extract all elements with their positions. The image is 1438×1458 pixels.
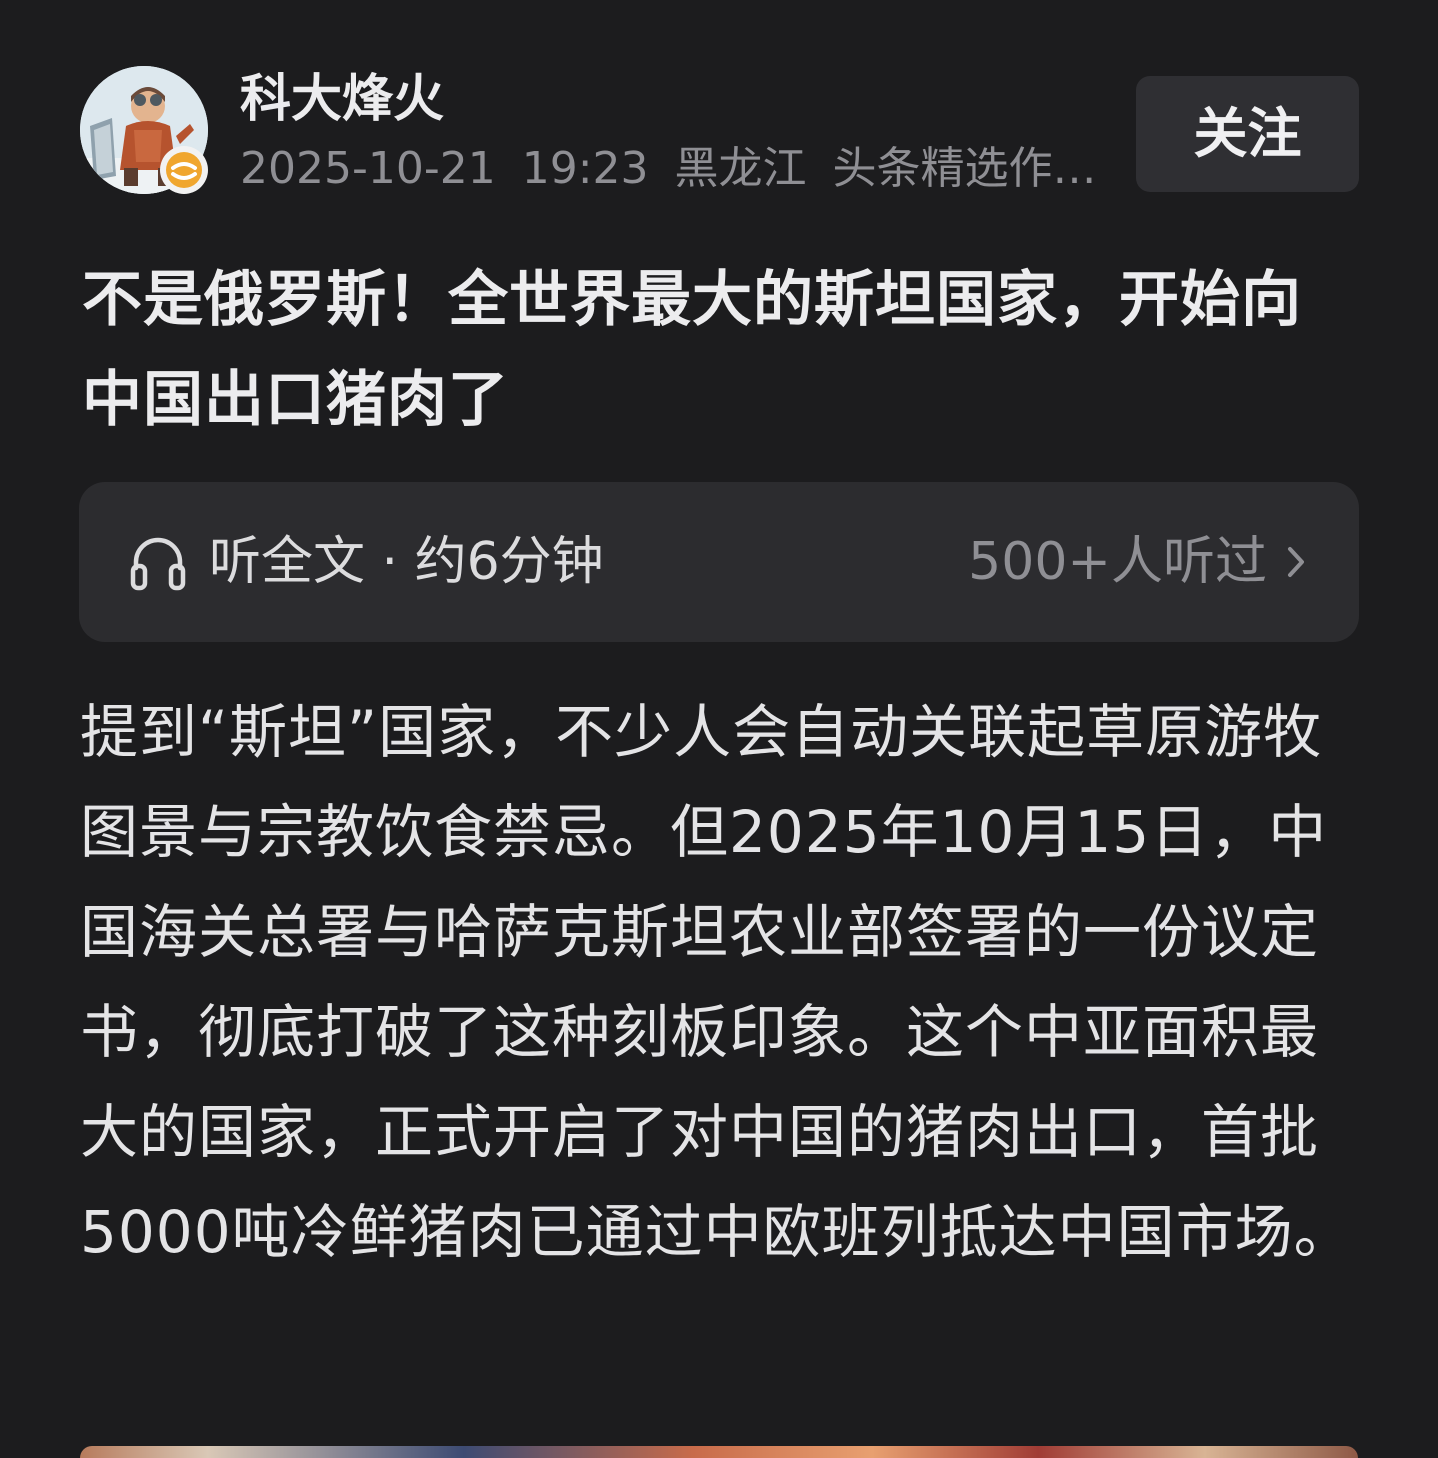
author-tag: 头条精选作...: [832, 143, 1095, 194]
article-title: 不是俄罗斯！全世界最大的斯坦国家，开始向中国出口猪肉了: [82, 265, 1302, 435]
publish-location: 黑龙江: [674, 143, 807, 194]
verified-badge-icon: [160, 146, 208, 194]
follow-button[interactable]: 关注: [1136, 76, 1359, 192]
publish-time: 19:23: [521, 143, 649, 194]
chevron-right-icon: [1288, 547, 1304, 577]
listen-label: 听全文 · 约6分钟: [209, 532, 604, 592]
publish-date: 2025-10-21: [240, 143, 496, 194]
meta-line: 2025-10-21 19:23 黑龙江 头条精选作...: [240, 140, 1100, 198]
listen-bar[interactable]: 听全文 · 约6分钟 500+人听过: [79, 482, 1359, 642]
headphone-icon: [130, 537, 186, 591]
author-name[interactable]: 科大烽火: [240, 68, 444, 132]
listen-count: 500+人听过: [968, 532, 1267, 592]
article-image[interactable]: [80, 1446, 1358, 1458]
article-body: 提到“斯坦”国家，不少人会自动关联起草原游牧图景与宗教饮食禁忌。但2025年10…: [80, 698, 1353, 1266]
author-row: 科大烽火 2025-10-21 19:23 黑龙江 头条精选作... 关注: [80, 66, 1359, 194]
